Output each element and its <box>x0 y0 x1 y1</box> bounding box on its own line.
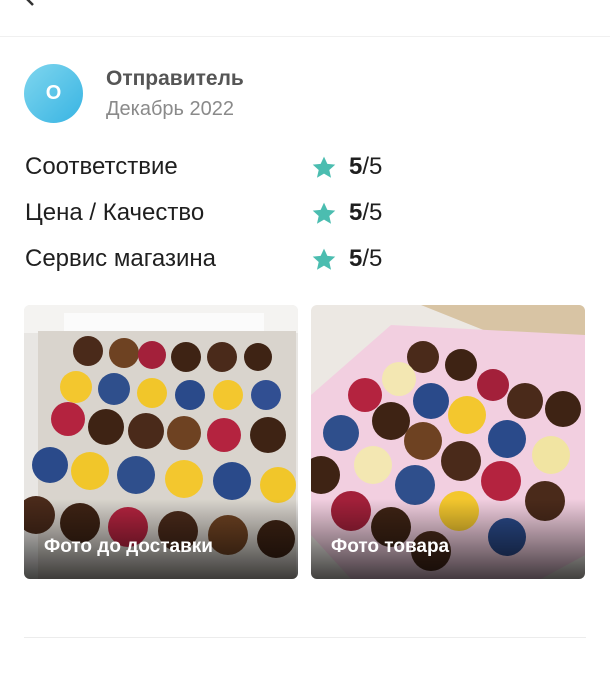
top-bar <box>0 0 610 37</box>
rating-label: Цена / Качество <box>25 199 205 226</box>
divider <box>24 637 586 638</box>
photo-before-delivery[interactable]: Фото до доставки <box>24 305 298 579</box>
rating-score: 5/5 <box>349 245 383 272</box>
star-icon <box>312 202 336 224</box>
rating-label: Сервис магазина <box>25 245 217 272</box>
rating-score: 5/5 <box>349 153 383 180</box>
star-icon <box>312 156 336 178</box>
rating-row: Сервис магазина 5/5 <box>25 242 585 288</box>
photo-caption-text: Фото до доставки <box>44 536 213 557</box>
star-icon <box>312 248 336 270</box>
reviewer-info: О Отправитель Декабрь 2022 <box>24 64 244 123</box>
avatar: О <box>24 64 83 123</box>
photo-product[interactable]: Фото товара <box>311 305 585 579</box>
rating-label: Соответствие <box>25 153 178 180</box>
rating-score: 5/5 <box>349 199 383 226</box>
photo-caption: Фото товара <box>311 499 585 579</box>
rating-row: Соответствие 5/5 <box>25 150 585 196</box>
chevron-left-icon[interactable] <box>22 0 38 6</box>
ratings-list: Соответствие 5/5 Цена / Качество 5/5 Сер… <box>25 150 585 288</box>
photo-caption: Фото до доставки <box>24 499 298 579</box>
reviewer-name: Отправитель <box>106 66 244 90</box>
rating-row: Цена / Качество 5/5 <box>25 196 585 242</box>
review-date: Декабрь 2022 <box>106 97 235 120</box>
photo-caption-text: Фото товара <box>331 536 450 557</box>
